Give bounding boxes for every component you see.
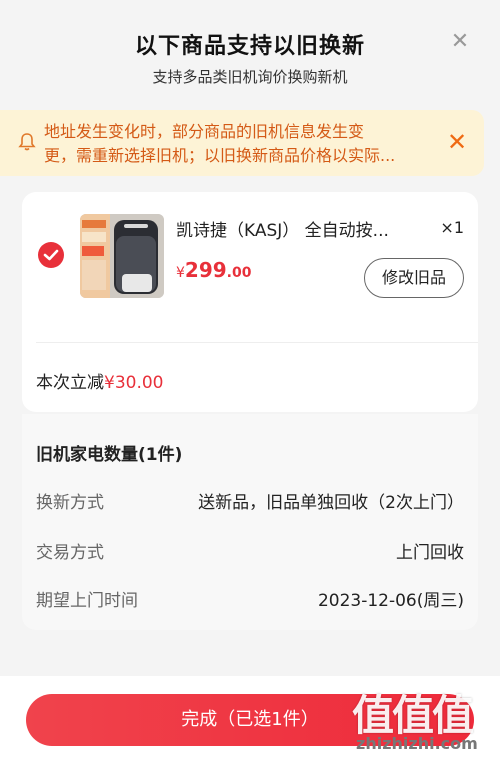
exchange-method-label: 换新方式 bbox=[36, 493, 104, 513]
notice-line-1: 地址发生变化时，部分商品的旧机信息发生变 bbox=[44, 122, 365, 141]
address-change-notice: 地址发生变化时，部分商品的旧机信息发生变 更，需重新选择旧机；以旧换新商品价格以… bbox=[0, 110, 484, 176]
notice-line-2: 更，需重新选择旧机；以旧换新商品价格以实际... bbox=[44, 146, 396, 165]
done-button[interactable]: 完成（已选1件） bbox=[26, 694, 474, 746]
price-currency: ¥ bbox=[176, 265, 185, 281]
exchange-method-value: 送新品，旧品单独回收（2次上门） bbox=[198, 493, 464, 513]
notice-text: 地址发生变化时，部分商品的旧机信息发生变 更，需重新选择旧机；以旧换新商品价格以… bbox=[44, 120, 444, 168]
product-name[interactable]: 凯诗捷（KASJ） 全自动按... bbox=[176, 216, 426, 241]
trade-method-label: 交易方式 bbox=[36, 543, 104, 563]
modal-header: 以下商品支持以旧换新 支持多品类旧机询价换购新机 ✕ bbox=[0, 0, 500, 110]
modify-old-item-button[interactable]: 修改旧品 bbox=[364, 258, 464, 298]
page-title: 以下商品支持以旧换新 bbox=[134, 34, 365, 59]
close-icon[interactable]: ✕ bbox=[448, 30, 472, 54]
old-appliance-card: 旧机家电数量(1件) 换新方式 送新品，旧品单独回收（2次上门） 交易方式 上门… bbox=[22, 414, 478, 630]
divider bbox=[36, 342, 478, 343]
instant-reduction: 本次立减¥30.00 bbox=[36, 368, 163, 393]
bell-icon bbox=[18, 133, 36, 151]
price-integer: 299 bbox=[184, 258, 227, 282]
reduction-amount: ¥30.00 bbox=[104, 373, 164, 393]
product-quantity: ×1 bbox=[440, 218, 464, 237]
product-price: ¥299.00 bbox=[176, 258, 251, 282]
visit-time-value: 2023-12-06(周三) bbox=[317, 591, 464, 611]
notice-close-icon[interactable]: ✕ bbox=[444, 129, 470, 155]
checkbox-checked-icon[interactable] bbox=[38, 242, 64, 268]
page-subtitle: 支持多品类旧机询价换购新机 bbox=[152, 68, 348, 86]
product-image[interactable] bbox=[80, 214, 164, 298]
trade-method-value: 上门回收 bbox=[396, 543, 464, 563]
product-card: 凯诗捷（KASJ） 全自动按... ×1 ¥299.00 修改旧品 本次立减¥3… bbox=[22, 192, 478, 412]
reduction-label: 本次立减 bbox=[36, 373, 104, 393]
visit-time-label: 期望上门时间 bbox=[36, 591, 138, 611]
old-appliance-title: 旧机家电数量(1件) bbox=[36, 445, 183, 465]
price-decimal: .00 bbox=[226, 265, 252, 281]
